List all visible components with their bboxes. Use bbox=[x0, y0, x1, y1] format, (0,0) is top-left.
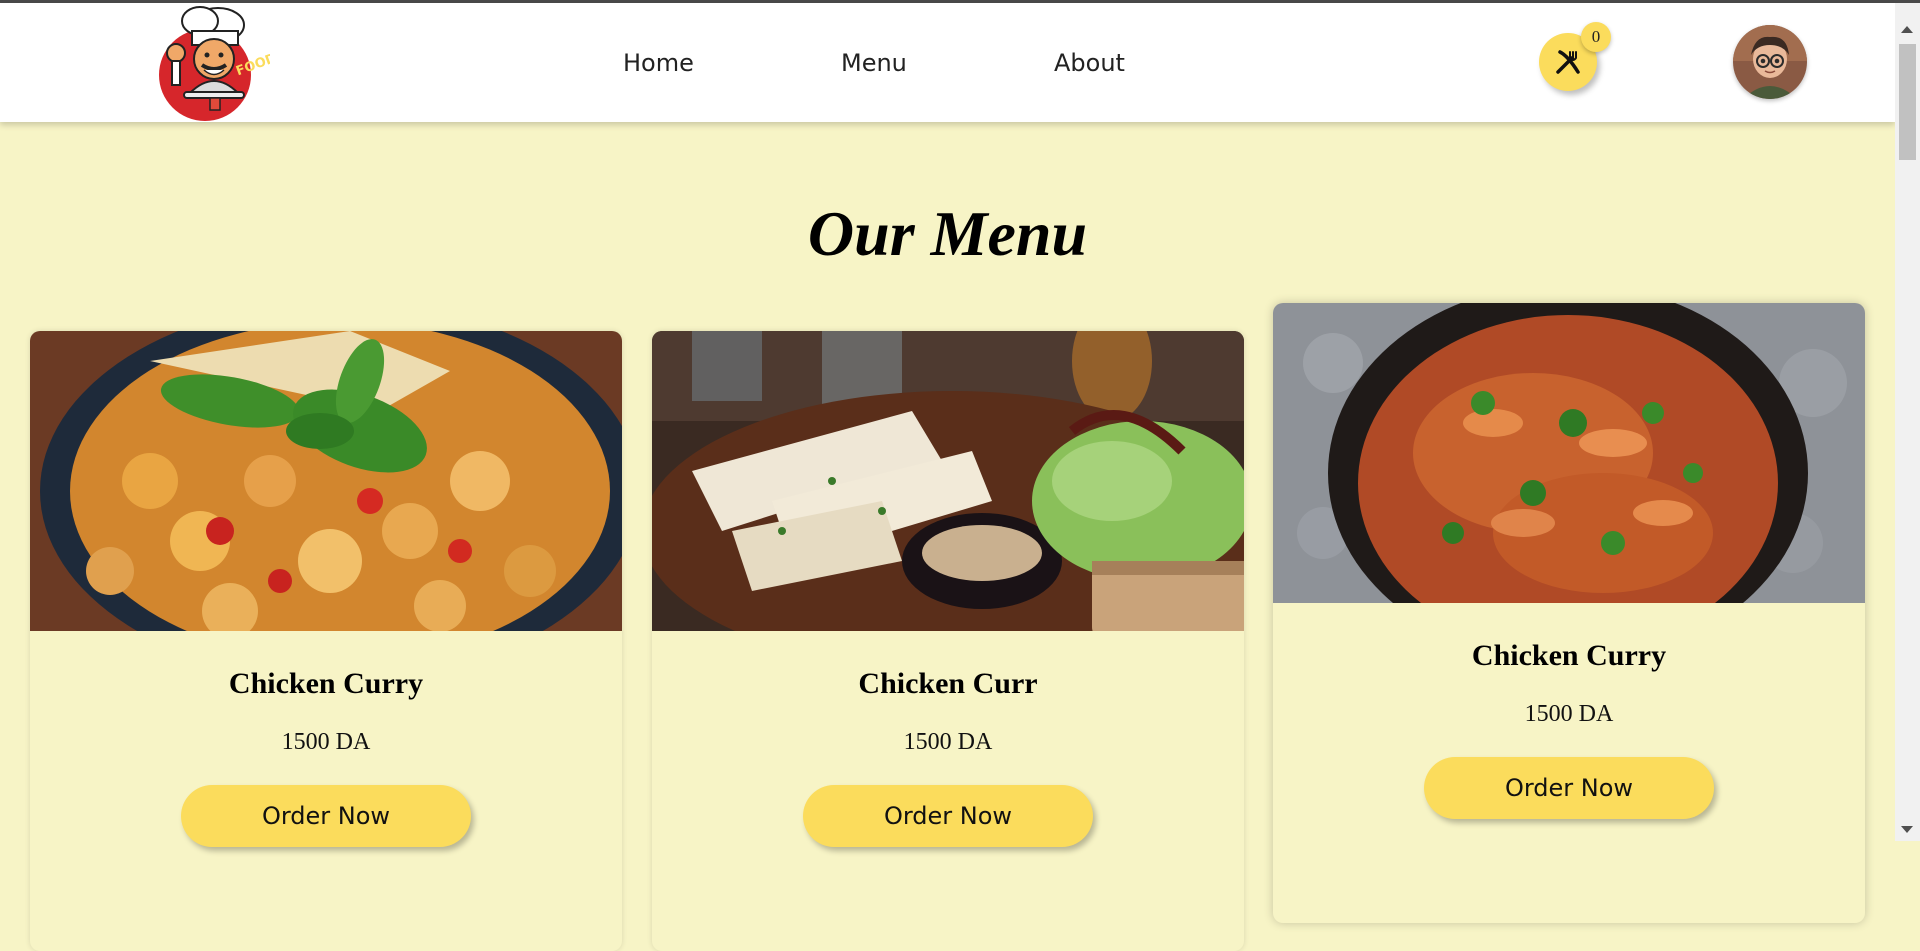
card-price: 1500 DA bbox=[281, 729, 371, 755]
curry-pan-image bbox=[1273, 303, 1865, 603]
user-avatar[interactable] bbox=[1733, 25, 1807, 99]
navbar: FOOD Home Menu About 0 bbox=[0, 3, 1895, 122]
menu-card: Chicken Curry 1500 DA Order Now bbox=[30, 331, 622, 951]
card-title: Chicken Curry bbox=[228, 667, 424, 700]
nav-home-link[interactable]: Home bbox=[623, 49, 694, 77]
cart-count-badge: 0 bbox=[1581, 22, 1611, 52]
menu-card: Chicken Curr 1500 DA Order Now bbox=[652, 331, 1244, 951]
nav-about-link[interactable]: About bbox=[1054, 49, 1125, 77]
scroll-down-arrow-icon[interactable] bbox=[1901, 826, 1913, 833]
avatar-icon bbox=[1733, 25, 1807, 99]
scroll-up-arrow-icon[interactable] bbox=[1901, 26, 1913, 33]
nav-menu-link[interactable]: Menu bbox=[841, 49, 907, 77]
fork-knife-icon bbox=[1556, 50, 1580, 74]
chef-logo[interactable]: FOOD bbox=[140, 3, 279, 125]
order-now-button[interactable]: Order Now bbox=[181, 785, 471, 847]
order-now-button[interactable]: Order Now bbox=[1424, 757, 1714, 819]
menu-card: Chicken Curry 1500 DA Order Now bbox=[1273, 303, 1865, 923]
card-price: 1500 DA bbox=[903, 729, 993, 755]
scrollbar-thumb[interactable] bbox=[1899, 44, 1916, 160]
page-title: Our Menu bbox=[807, 198, 1088, 269]
order-now-button[interactable]: Order Now bbox=[803, 785, 1093, 847]
grilled-fish-image bbox=[652, 331, 1244, 631]
card-price: 1500 DA bbox=[1524, 701, 1614, 727]
chef-logo-icon: FOOD bbox=[159, 6, 279, 121]
chicken-skillet-image bbox=[30, 331, 622, 631]
card-title: Chicken Curr bbox=[858, 667, 1038, 700]
card-title: Chicken Curry bbox=[1471, 639, 1667, 672]
